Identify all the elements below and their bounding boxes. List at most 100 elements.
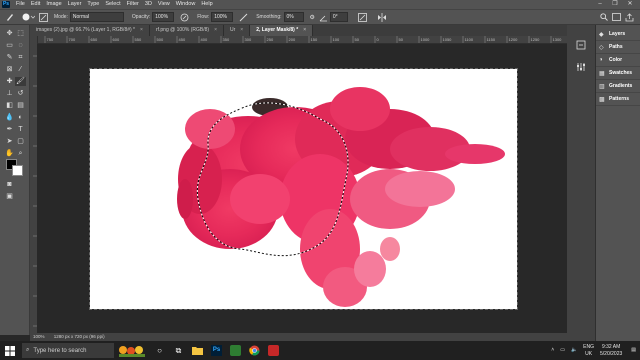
brush-angle-icon[interactable] [319, 12, 328, 22]
system-tray: ˄ ▭ 🔈 ENG UK 9:32 AM 5/20/2023 ▤ [548, 341, 640, 360]
quick-select-tool-icon[interactable]: ✎ [4, 53, 15, 62]
adjustments-panel-icon[interactable] [576, 62, 586, 72]
tab-ur[interactable]: Ur × [224, 25, 251, 36]
tab-rf-png[interactable]: rf.png @ 100% (RGB/8) × [149, 25, 225, 36]
brush-tool-icon[interactable]: 🖌 [15, 77, 26, 86]
marquee-tool-icon[interactable]: ▭ [4, 41, 15, 50]
brush-angle-field[interactable]: 0° [329, 12, 348, 22]
menu-view[interactable]: View [155, 0, 173, 9]
panel-layers[interactable]: ◆ Layers [596, 28, 640, 41]
smoothing-options-gear-icon[interactable]: ⚙ [310, 12, 315, 22]
maximize-icon[interactable]: ❐ [609, 0, 621, 9]
pressure-size-icon[interactable] [357, 12, 367, 22]
opacity-field[interactable]: 100% [152, 12, 175, 22]
smoothing-field[interactable]: 0% [283, 12, 304, 22]
close-tab-icon[interactable]: × [140, 27, 143, 33]
eraser-tool-icon[interactable]: ◧ [4, 101, 15, 110]
camtasia-icon[interactable] [228, 343, 243, 358]
workspace-icon[interactable] [612, 12, 621, 22]
close-icon[interactable]: ✕ [624, 0, 636, 9]
history-brush-tool-icon[interactable]: ↺ [15, 89, 26, 98]
menu-type[interactable]: Type [84, 0, 102, 9]
move-tool-icon[interactable]: ✥ [4, 29, 15, 38]
panel-patterns[interactable]: ▩ Patterns [596, 93, 640, 106]
menu-filter[interactable]: Filter [124, 0, 142, 9]
zoom-level[interactable]: 100% [33, 334, 45, 339]
menu-layer[interactable]: Layer [65, 0, 85, 9]
symmetry-icon[interactable] [377, 12, 387, 22]
ruler-ticks: 750 700 650 600 550 500 450 400 350 300 250 200 150 1… [44, 36, 562, 43]
tray-chevron-icon[interactable]: ˄ [551, 347, 554, 354]
airbrush-icon[interactable] [239, 12, 248, 22]
quick-mask-icon[interactable]: ◙ [4, 180, 15, 189]
artboard-tool-icon[interactable]: ⬚ [15, 29, 26, 38]
photoshop-taskbar-icon[interactable]: Ps [209, 343, 224, 358]
pressure-opacity-icon[interactable] [180, 12, 189, 22]
hand-tool-icon[interactable]: ✋ [4, 149, 15, 158]
history-panel-icon[interactable] [576, 40, 586, 50]
document-workspace[interactable] [37, 44, 567, 333]
panel-color[interactable]: ◑ Color [596, 54, 640, 67]
pen-tool-icon[interactable]: ✒ [4, 125, 15, 134]
menu-help[interactable]: Help [198, 0, 215, 9]
zoom-tool-icon[interactable]: ⌕ [15, 149, 26, 158]
panel-swatches[interactable]: ▦ Swatches [596, 67, 640, 80]
ruler-tick-label: 400 [201, 37, 208, 42]
frame-tool-icon[interactable]: ⊠ [4, 65, 15, 74]
menu-edit[interactable]: Edit [28, 0, 43, 9]
ruler-tick-label: 1000 [421, 37, 431, 42]
type-tool-icon[interactable]: T [15, 125, 26, 134]
document-size[interactable]: 1280 px x 720 px (96 ppi) [54, 334, 105, 339]
taskbar-search-box[interactable]: ⌕ Type here to search [22, 343, 114, 358]
clone-stamp-tool-icon[interactable]: ⊥ [4, 89, 15, 98]
language-indicator[interactable]: ENG UK [583, 344, 594, 358]
tab-images-2[interactable]: images (2).jpg @ 66.7% (Layer 1, RGB/8#)… [30, 25, 150, 36]
minimize-icon[interactable]: – [594, 0, 606, 9]
task-view-icon[interactable]: ⧉ [171, 343, 186, 358]
weather-flowers-icon[interactable] [116, 343, 148, 358]
network-icon[interactable]: ▭ [560, 347, 565, 354]
menu-file[interactable]: File [13, 0, 28, 9]
rectangle-tool-icon[interactable]: ▢ [15, 137, 26, 146]
blur-tool-icon[interactable]: 💧 [4, 113, 15, 122]
share-icon[interactable] [625, 12, 634, 22]
close-tab-icon[interactable]: × [214, 27, 217, 33]
menu-select[interactable]: Select [102, 0, 123, 9]
volume-icon[interactable]: 🔈 [571, 347, 577, 354]
menu-3d[interactable]: 3D [142, 0, 155, 9]
panel-paths[interactable]: ◇ Paths [596, 41, 640, 54]
close-tab-icon[interactable]: × [240, 27, 243, 33]
clock[interactable]: 9:32 AM 5/20/2023 [600, 344, 622, 358]
notifications-icon[interactable]: ▤ [631, 347, 636, 354]
close-tab-icon[interactable]: × [303, 27, 306, 33]
menu-window[interactable]: Window [173, 0, 199, 9]
crop-tool-icon[interactable]: ⌗ [15, 53, 26, 62]
screen-recorder-icon[interactable] [266, 343, 281, 358]
windows-start-icon[interactable] [2, 343, 17, 358]
horizontal-ruler[interactable]: 750 700 650 600 550 500 450 400 350 300 250 200 150 1… [37, 36, 567, 44]
document-canvas[interactable] [89, 68, 518, 310]
cortana-icon[interactable]: ○ [152, 343, 167, 358]
brush-settings-icon[interactable] [39, 12, 48, 22]
ruler-tick-label: 250 [267, 37, 274, 42]
smoothing-label: Smoothing: [256, 14, 282, 20]
healing-brush-tool-icon[interactable]: ✚ [4, 77, 15, 86]
brush-size-preview-icon[interactable] [19, 12, 35, 22]
brush-tool-preset-icon[interactable] [5, 12, 15, 22]
flow-field[interactable]: 100% [211, 12, 234, 22]
path-selection-tool-icon[interactable]: ➤ [4, 137, 15, 146]
eyedropper-tool-icon[interactable]: ⁄ [15, 65, 26, 74]
tab-layer-mask[interactable]: 2, Layer Mask/8) * × [250, 25, 314, 36]
menu-image[interactable]: Image [43, 0, 64, 9]
lasso-tool-icon[interactable]: ◌ [15, 41, 26, 50]
background-color-swatch[interactable] [12, 165, 23, 176]
mode-select[interactable]: Normal [69, 12, 124, 22]
dodge-tool-icon[interactable]: ◐ [15, 113, 26, 122]
chrome-icon[interactable] [247, 343, 262, 358]
gradient-tool-icon[interactable]: ▤ [15, 101, 26, 110]
search-icon[interactable] [600, 12, 608, 22]
file-explorer-icon[interactable] [190, 343, 205, 358]
screen-mode-icon[interactable]: ▣ [4, 192, 15, 201]
ruler-tick-label: 300 [245, 37, 252, 42]
panel-gradients[interactable]: ▥ Gradients [596, 80, 640, 93]
